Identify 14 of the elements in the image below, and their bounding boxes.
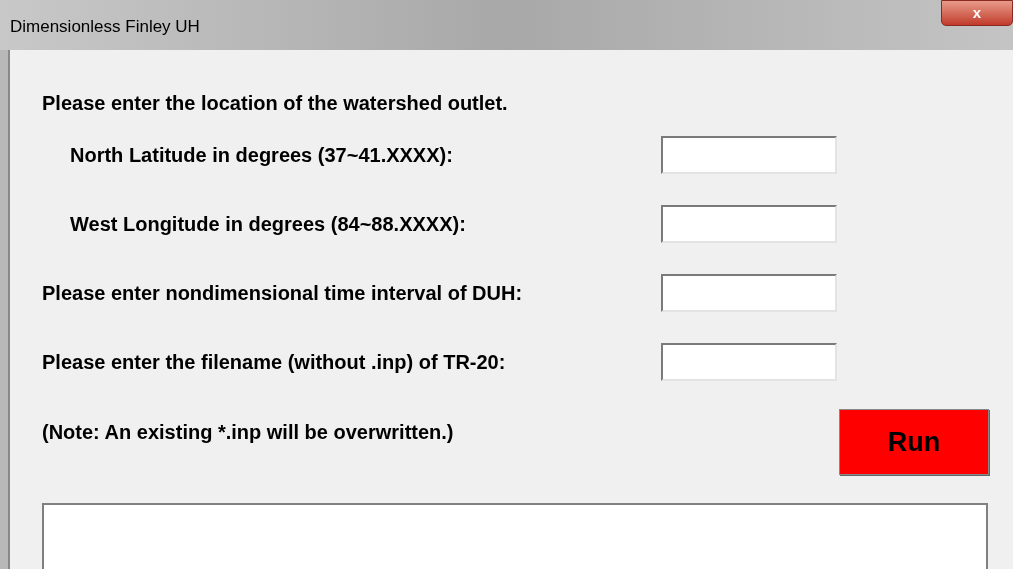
- input-field[interactable]: [661, 205, 837, 243]
- location-prompt: Please enter the location of the watershed outlet.: [42, 91, 509, 114]
- field-label: Please enter nondimensional time interval of DUH:: [42, 281, 523, 306]
- input-field[interactable]: [661, 274, 837, 312]
- close-button[interactable]: x: [941, 0, 1013, 26]
- output-box[interactable]: [42, 503, 988, 569]
- overwrite-note: (Note: An existing *.inp will be overwritten.): [42, 420, 454, 445]
- input-field[interactable]: [661, 136, 837, 174]
- field-label: North Latitude in degrees (37~41.XXXX):: [69, 143, 453, 168]
- run-button[interactable]: Run: [839, 409, 989, 475]
- window-title: Dimensionless Finley UH: [10, 16, 200, 38]
- field-label: Please enter the filename (without .inp) of TR-20:: [42, 350, 506, 375]
- input-field[interactable]: [661, 343, 837, 381]
- field-label: West Longitude in degrees (84~88.XXXX):: [69, 212, 466, 237]
